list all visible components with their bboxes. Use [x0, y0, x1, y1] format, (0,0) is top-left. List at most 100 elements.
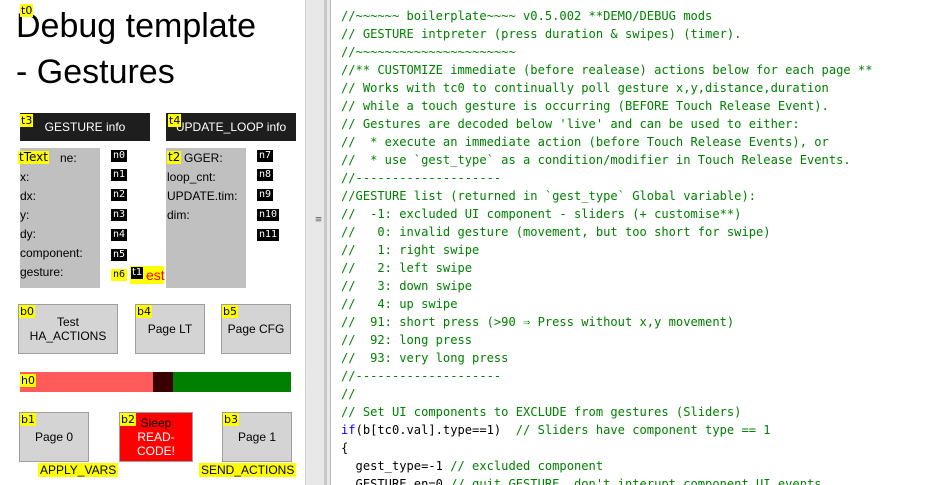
loop-label-update-time: UPDATE.tim:	[167, 189, 238, 203]
button-id-tag-b0: b0	[19, 305, 35, 318]
code-comment: // 92: long press	[341, 333, 473, 347]
number-field-n0[interactable]: n0	[111, 150, 128, 162]
code-comment: //	[341, 387, 356, 401]
slider-track	[173, 372, 291, 392]
button-id-tag-b3: b3	[223, 413, 239, 426]
code-line[interactable]: // Works with tc0 to continually poll ge…	[341, 79, 873, 97]
code-comment: // excluded component	[450, 459, 604, 473]
code-line[interactable]: //~~~~~~~~~~~~~~~~~~~~~~	[341, 43, 873, 61]
read-code-label: READ-CODE!	[136, 430, 175, 458]
code-comment: // Set UI components to EXCLUDE from ges…	[341, 405, 742, 419]
number-field-n3[interactable]: n3	[111, 209, 128, 221]
code-line[interactable]: //~~~~~~ boilerplate~~~~ v0.5.002 **DEMO…	[341, 7, 873, 25]
loop-label-dim: dim:	[167, 208, 190, 222]
loop-label-trigger: GGER:	[184, 151, 223, 165]
code-line[interactable]: GESTURE.en=0 // quit GESTURE, don't inte…	[341, 475, 873, 485]
gesture-text-id-tag-t1: t1	[131, 267, 144, 279]
code-comment: // Gestures are decoded below 'live' and…	[341, 117, 800, 131]
gesture-info-header[interactable]: GESTURE info	[20, 113, 150, 141]
code-line[interactable]: // * use `gest_type` as a condition/modi…	[341, 151, 873, 169]
code-comment: // GESTURE intpreter (press duration & s…	[341, 27, 742, 41]
pane-splitter[interactable]: ≡	[305, 0, 331, 485]
number-field-n11[interactable]: n11	[257, 229, 280, 241]
code-line[interactable]: // 92: long press	[341, 331, 873, 349]
number-field-n6[interactable]: n6	[111, 269, 128, 281]
gesture-label-dx: dx:	[20, 189, 37, 203]
number-field-n7[interactable]: n7	[257, 150, 274, 162]
page-lt-label: Page LT	[147, 322, 193, 336]
code-comment: // 91: short press (>90 ⇒ Press without …	[341, 315, 735, 329]
slider-thumb[interactable]	[153, 372, 173, 392]
code-line[interactable]: // -1: excluded UI component - sliders (…	[341, 205, 873, 223]
code-line[interactable]: //--------------------	[341, 367, 873, 385]
code-comment: //GESTURE list (returned in `gest_type` …	[341, 189, 757, 203]
code-comment: //--------------------	[341, 171, 502, 185]
gesture-text-id-tag: tText	[18, 150, 49, 164]
loop-header-id-tag: t4	[168, 114, 182, 127]
loop-label-loop-cnt: loop_cnt:	[167, 170, 216, 184]
code-line[interactable]: // GESTURE intpreter (press duration & s…	[341, 25, 873, 43]
page-0-label: Page 0	[34, 430, 74, 444]
number-field-n9[interactable]: n9	[257, 189, 274, 201]
code-comment: // -1: excluded UI component - sliders (…	[341, 207, 742, 221]
code-line[interactable]: // Gestures are decoded below 'live' and…	[341, 115, 873, 133]
code-line[interactable]: //GESTURE list (returned in `gest_type` …	[341, 187, 873, 205]
code-line[interactable]: if(b[tc0.val].type==1) // Sliders have c…	[341, 421, 873, 439]
code-line[interactable]: // while a touch gesture is occurring (B…	[341, 97, 873, 115]
code-line[interactable]: //	[341, 385, 873, 403]
code-line[interactable]: //** CUSTOMIZE immediate (before realeas…	[341, 61, 873, 79]
number-field-n1[interactable]: n1	[111, 169, 128, 181]
splitter-divider	[324, 0, 327, 485]
send-actions-caption[interactable]: SEND_ACTIONS	[199, 463, 297, 477]
design-canvas[interactable]: t0 Debug template - Gestures GESTURE inf…	[0, 0, 305, 485]
gesture-label-dy: dy:	[20, 227, 37, 241]
gesture-label-gesture: gesture:	[20, 265, 64, 279]
code-line[interactable]: // 93: very long press	[341, 349, 873, 367]
number-field-n4[interactable]: n4	[111, 229, 128, 241]
title-id-tag: t0	[20, 4, 34, 17]
gesture-label-y: y:	[20, 208, 30, 222]
code-text[interactable]: //~~~~~~ boilerplate~~~~ v0.5.002 **DEMO…	[341, 7, 873, 485]
splitter-grip-icon[interactable]: ≡	[314, 216, 323, 225]
code-comment: //~~~~~~ boilerplate~~~~ v0.5.002 **DEMO…	[341, 9, 713, 23]
code-comment: // * use `gest_type` as a condition/modi…	[341, 153, 851, 167]
gesture-label-component: component:	[20, 246, 83, 260]
code-line[interactable]: // 91: short press (>90 ⇒ Press without …	[341, 313, 873, 331]
code-comment: // Sliders have component type == 1	[515, 423, 771, 437]
loop-trigger-id-tag: t2	[167, 150, 182, 164]
gesture-info-label: GESTURE info	[44, 120, 126, 134]
code-editor[interactable]: //~~~~~~ boilerplate~~~~ v0.5.002 **DEMO…	[331, 0, 945, 485]
code-line[interactable]: // 0: invalid gesture (movement, but too…	[341, 223, 873, 241]
button-id-tag-b5: b5	[222, 305, 238, 318]
gesture-header-id-tag: t3	[20, 114, 34, 127]
code-comment: // 1: right swipe	[341, 243, 480, 257]
number-field-n8[interactable]: n8	[257, 169, 274, 181]
number-field-n2[interactable]: n2	[111, 189, 128, 201]
number-field-n5[interactable]: n5	[111, 249, 128, 261]
update-loop-info-header[interactable]: UPDATE_LOOP info	[166, 113, 296, 141]
gesture-text-field[interactable]: t1 est	[130, 266, 165, 284]
code-line[interactable]: // 4: up swipe	[341, 295, 873, 313]
code-line[interactable]: // * execute an immediate action (before…	[341, 133, 873, 151]
code-token: gest_type=-1	[341, 459, 451, 473]
update-loop-info-label: UPDATE_LOOP info	[175, 120, 287, 134]
code-line[interactable]: gest_type=-1 // excluded component	[341, 457, 873, 475]
page-title-line1[interactable]: Debug template	[16, 6, 256, 46]
slider-h0[interactable]	[20, 372, 291, 392]
code-line[interactable]: // 3: down swipe	[341, 277, 873, 295]
sleep-label: Sleep	[140, 416, 172, 430]
test-ha-actions-label: Test HA_ACTIONS	[29, 315, 107, 343]
code-line[interactable]: //--------------------	[341, 169, 873, 187]
page-1-label: Page 1	[237, 430, 277, 444]
code-line[interactable]: // 2: left swipe	[341, 259, 873, 277]
code-line[interactable]: {	[341, 439, 873, 457]
code-comment: // 93: very long press	[341, 351, 509, 365]
code-comment: // * execute an immediate action (before…	[341, 135, 829, 149]
gesture-text-value: est	[146, 267, 165, 283]
number-field-n10[interactable]: n10	[257, 209, 280, 221]
apply-vars-caption[interactable]: APPLY_VARS	[38, 463, 119, 477]
code-line[interactable]: // 1: right swipe	[341, 241, 873, 259]
code-line[interactable]: // Set UI components to EXCLUDE from ges…	[341, 403, 873, 421]
button-id-tag-b1: b1	[20, 413, 36, 426]
slider-id-tag: h0	[20, 374, 36, 387]
